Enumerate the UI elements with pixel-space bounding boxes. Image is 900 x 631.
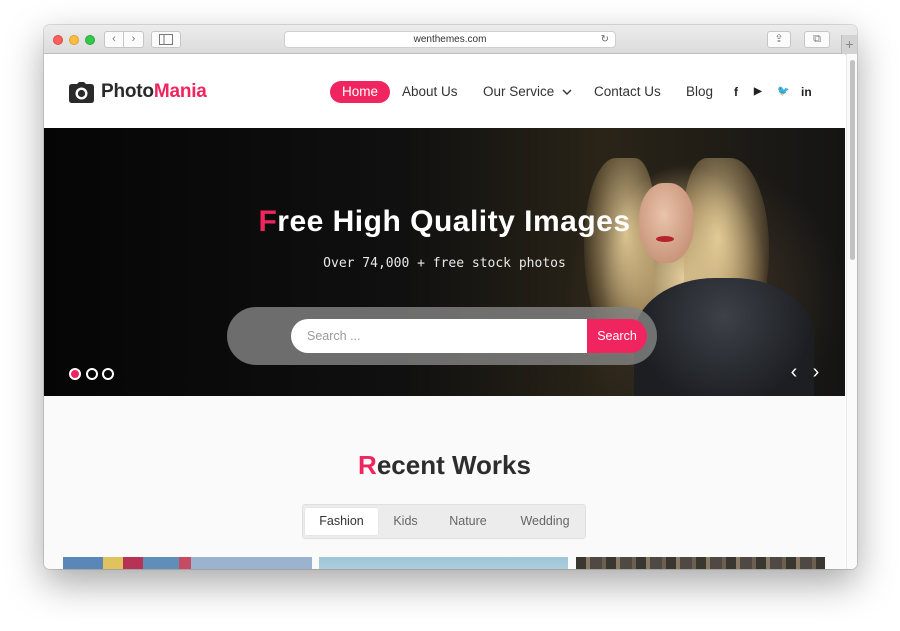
logo-text: PhotoMania xyxy=(101,81,207,103)
browser-window: ‹ › wenthemes.com ↻ ⇪ ⧉ + PhotoMania Hom… xyxy=(44,25,857,569)
portfolio-item-fashion-1[interactable] xyxy=(63,557,312,569)
hero-title: Free High Quality Images xyxy=(44,205,845,239)
page-scrollbar[interactable] xyxy=(846,54,857,569)
close-window-button[interactable] xyxy=(53,35,63,45)
menu-item-service[interactable]: Our Service xyxy=(483,81,572,103)
tabs-icon: ⧉ xyxy=(813,33,821,45)
slider-prev-icon[interactable]: ‹ xyxy=(786,362,802,382)
filter-kids[interactable]: Kids xyxy=(383,508,428,535)
search-input[interactable] xyxy=(291,319,587,353)
search-button[interactable]: Search xyxy=(587,319,647,353)
web-page: PhotoMania Home About Us Our Service Con… xyxy=(44,54,845,569)
site-logo[interactable]: PhotoMania xyxy=(69,80,207,104)
slider-dot-3[interactable] xyxy=(102,368,114,380)
hero-title-initial: F xyxy=(258,205,278,238)
reload-icon[interactable]: ↻ xyxy=(601,32,609,47)
new-tab-button[interactable]: + xyxy=(841,35,857,55)
facebook-icon[interactable]: f xyxy=(734,85,738,99)
menu-item-about[interactable]: About Us xyxy=(402,81,458,103)
portfolio-grid xyxy=(61,557,833,569)
portfolio-item-fashion-3[interactable] xyxy=(576,557,825,569)
recent-works-title: Recent Works xyxy=(44,450,845,481)
hero-subtitle: Over 74,000 + free stock photos xyxy=(323,256,566,271)
menu-item-contact[interactable]: Contact Us xyxy=(594,81,661,103)
hero-slider: Free High Quality Images Over 74,000 + f… xyxy=(44,128,845,396)
chevron-left-icon: ‹ xyxy=(112,33,116,45)
forward-button[interactable]: › xyxy=(124,31,144,48)
filter-fashion[interactable]: Fashion xyxy=(305,508,378,535)
site-header: PhotoMania Home About Us Our Service Con… xyxy=(44,54,845,128)
slider-dot-1[interactable] xyxy=(69,368,81,380)
show-tabs-button[interactable]: ⧉ xyxy=(804,31,830,48)
url-text: wenthemes.com xyxy=(413,34,487,45)
portfolio-item-fashion-2[interactable] xyxy=(319,557,568,569)
menu-item-home[interactable]: Home xyxy=(330,81,391,103)
recent-works-title-rest: ecent Works xyxy=(376,450,531,480)
zoom-window-button[interactable] xyxy=(85,35,95,45)
back-button[interactable]: ‹ xyxy=(104,31,124,48)
minimize-window-button[interactable] xyxy=(69,35,79,45)
menu-item-service-label: Our Service xyxy=(483,84,555,99)
slider-next-icon[interactable]: › xyxy=(808,362,824,382)
sidebar-icon xyxy=(159,34,173,45)
chevron-down-icon xyxy=(562,89,572,95)
search-form: Search xyxy=(227,307,657,365)
twitter-icon[interactable]: 🐦 xyxy=(777,85,789,99)
menu-item-blog[interactable]: Blog xyxy=(686,81,713,103)
scrollbar-thumb[interactable] xyxy=(850,60,855,260)
hero-title-rest: ree High Quality Images xyxy=(277,205,631,238)
plus-icon: + xyxy=(845,36,854,52)
filter-nature[interactable]: Nature xyxy=(440,508,496,535)
logo-text-primary: Photo xyxy=(101,81,154,102)
address-bar[interactable]: wenthemes.com ↻ xyxy=(284,31,616,48)
youtube-icon[interactable]: ▶ xyxy=(754,85,762,99)
sidebar-toggle-button[interactable] xyxy=(151,31,181,48)
filter-wedding[interactable]: Wedding xyxy=(509,508,581,535)
browser-toolbar: ‹ › wenthemes.com ↻ ⇪ ⧉ + xyxy=(44,25,857,55)
share-button[interactable]: ⇪ xyxy=(767,31,791,48)
recent-works-title-initial: R xyxy=(358,450,377,480)
slider-dot-2[interactable] xyxy=(86,368,98,380)
linkedin-icon[interactable]: in xyxy=(801,85,812,99)
chevron-right-icon: › xyxy=(131,33,136,45)
share-icon: ⇪ xyxy=(774,33,784,45)
logo-text-accent: Mania xyxy=(153,81,207,102)
camera-icon xyxy=(69,81,94,103)
portfolio-filter: Fashion Kids Nature Wedding xyxy=(302,504,586,539)
